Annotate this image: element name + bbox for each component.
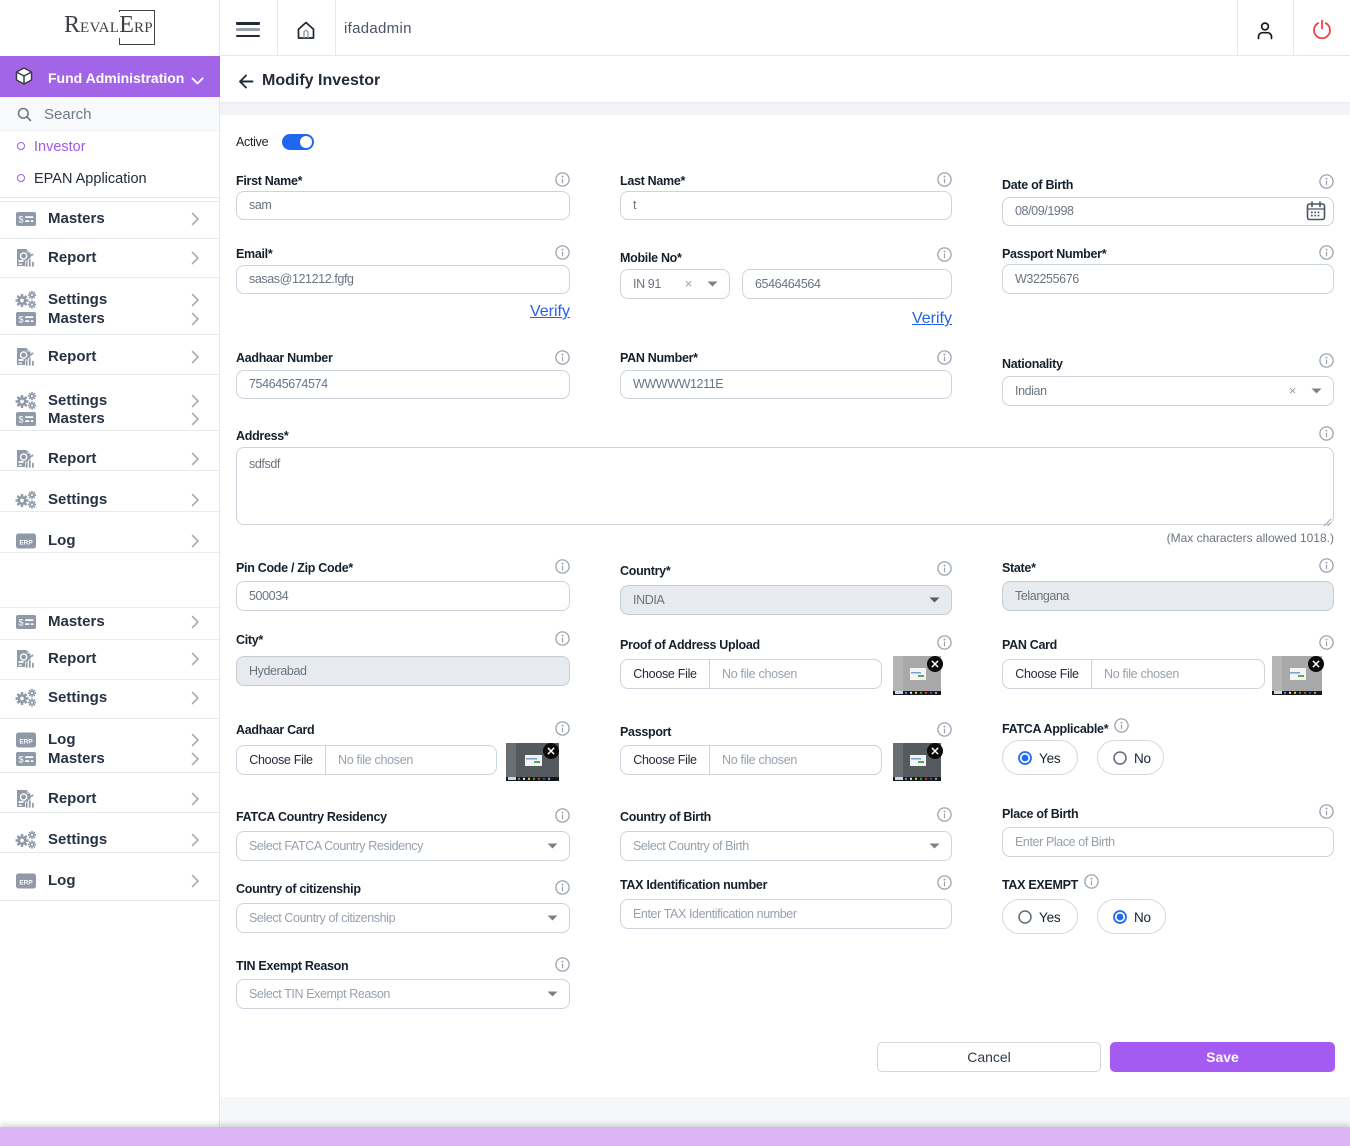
svg-text:$: $ xyxy=(18,755,23,765)
svg-text:$: $ xyxy=(18,215,23,225)
svg-text:$: $ xyxy=(18,315,23,325)
svg-text:ERP: ERP xyxy=(19,540,33,547)
svg-text:$: $ xyxy=(18,415,23,425)
svg-text:ERP: ERP xyxy=(19,880,33,887)
svg-text:$: $ xyxy=(18,618,23,628)
svg-text:ERP: ERP xyxy=(19,739,33,746)
